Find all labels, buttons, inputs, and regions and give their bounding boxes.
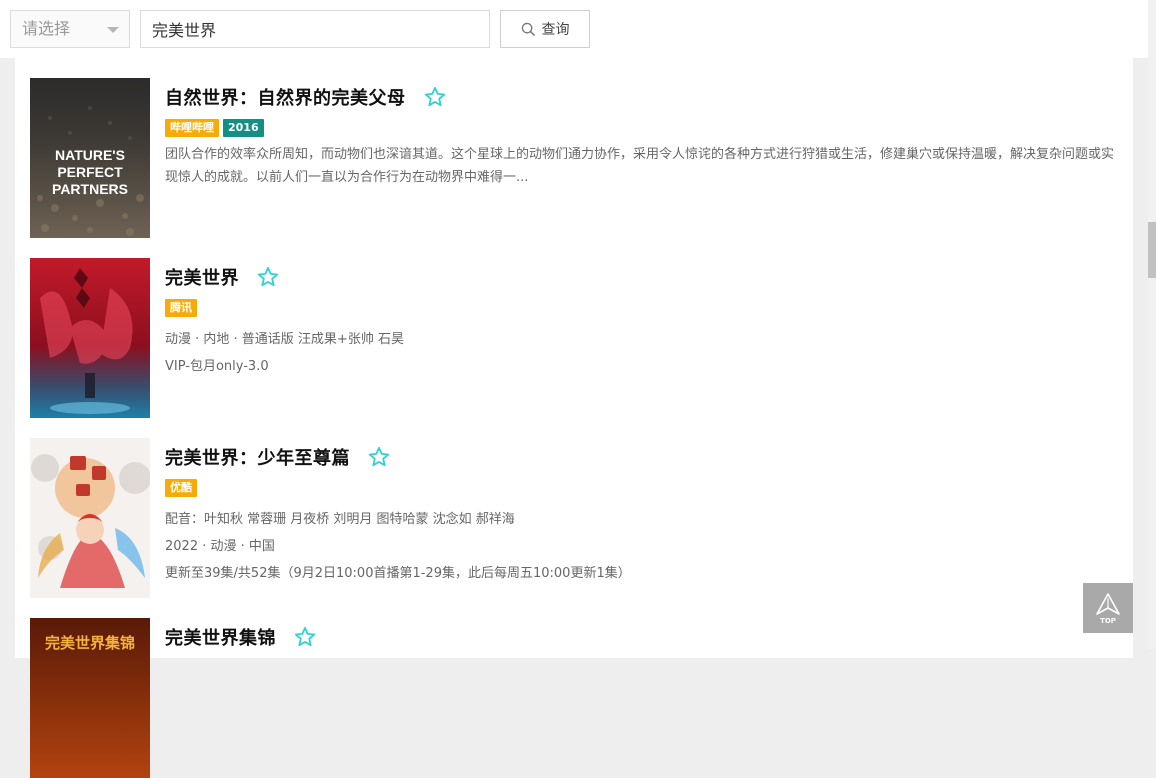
category-select[interactable]: 请选择 — [10, 10, 130, 48]
star-icon[interactable] — [368, 446, 390, 468]
scrollbar-track[interactable] — [1148, 0, 1156, 649]
result-poster[interactable]: 完美世界集锦 — [30, 618, 150, 778]
poster-title-line: PARTNERS — [52, 181, 128, 197]
star-icon[interactable] — [424, 86, 446, 108]
result-info: 完美世界 腾讯 动漫 · 内地 · 普通话版 汪成果+张帅 石昊 VIP-包月o… — [165, 258, 1125, 380]
arrow-up-icon — [1096, 592, 1120, 615]
poster-title-line: PERFECT — [57, 164, 123, 180]
query-button-label: 查询 — [541, 22, 570, 38]
source-tag: 优酷 — [165, 479, 197, 497]
result-meta: 2022 · 动漫 · 中国 — [165, 539, 275, 554]
source-tag: 哔哩哔哩 — [165, 119, 219, 137]
result-meta: 更新至39集/共52集（9月2日10:00首播第1-29集，此后每周五10:00… — [165, 566, 631, 581]
search-icon — [521, 22, 535, 36]
result-poster[interactable]: NATURE'S PERFECT PARTNERS — [30, 78, 150, 238]
result-poster[interactable] — [30, 258, 150, 418]
result-meta: 动漫 · 内地 · 普通话版 汪成果+张帅 石昊 — [165, 332, 404, 347]
search-input[interactable] — [140, 10, 490, 48]
result-title[interactable]: 完美世界：少年至尊篇 — [165, 444, 350, 470]
back-to-top-label: TOP — [1100, 616, 1116, 625]
query-button[interactable]: 查询 — [500, 10, 590, 48]
result-meta: VIP-包月only-3.0 — [165, 359, 269, 374]
poster-title-line: 完美世界集锦 — [45, 634, 135, 652]
result-info: 完美世界集锦 — [165, 618, 1125, 656]
back-to-top-button[interactable]: TOP — [1083, 583, 1133, 633]
result-tags: 优酷 — [165, 479, 1125, 497]
result-title[interactable]: 自然世界：自然界的完美父母 — [165, 84, 406, 110]
result-title[interactable]: 完美世界 — [165, 264, 239, 290]
poster-title-line: NATURE'S — [55, 147, 125, 163]
star-icon[interactable] — [294, 626, 316, 648]
result-tags: 哔哩哔哩 2016 — [165, 119, 1125, 137]
result-poster[interactable] — [30, 438, 150, 598]
search-bar: 请选择 查询 — [0, 0, 1148, 58]
category-select-value: 请选择 — [22, 19, 71, 38]
result-meta: 配音：叶知秋 常蓉珊 月夜桥 刘明月 图特哈蒙 沈念如 郝祥海 — [165, 512, 515, 527]
star-icon[interactable] — [257, 266, 279, 288]
chevron-down-icon — [107, 27, 119, 33]
result-description: 团队合作的效率众所周知，而动物们也深谙其道。这个星球上的动物们通力协作，采用令人… — [165, 147, 1115, 185]
scrollbar-thumb[interactable] — [1148, 222, 1156, 278]
result-title[interactable]: 完美世界集锦 — [165, 624, 276, 650]
result-info: 完美世界：少年至尊篇 优酷 配音：叶知秋 常蓉珊 月夜桥 刘明月 图特哈蒙 沈念… — [165, 438, 1125, 587]
result-info: 自然世界：自然界的完美父母 哔哩哔哩 2016 团队合作的效率众所周知，而动物们… — [165, 78, 1125, 189]
source-tag: 腾讯 — [165, 299, 197, 317]
result-tags: 腾讯 — [165, 299, 1125, 317]
results-panel: NATURE'S PERFECT PARTNERS 自然世界：自然界的完美父母 … — [15, 58, 1133, 778]
year-tag: 2016 — [223, 119, 264, 137]
